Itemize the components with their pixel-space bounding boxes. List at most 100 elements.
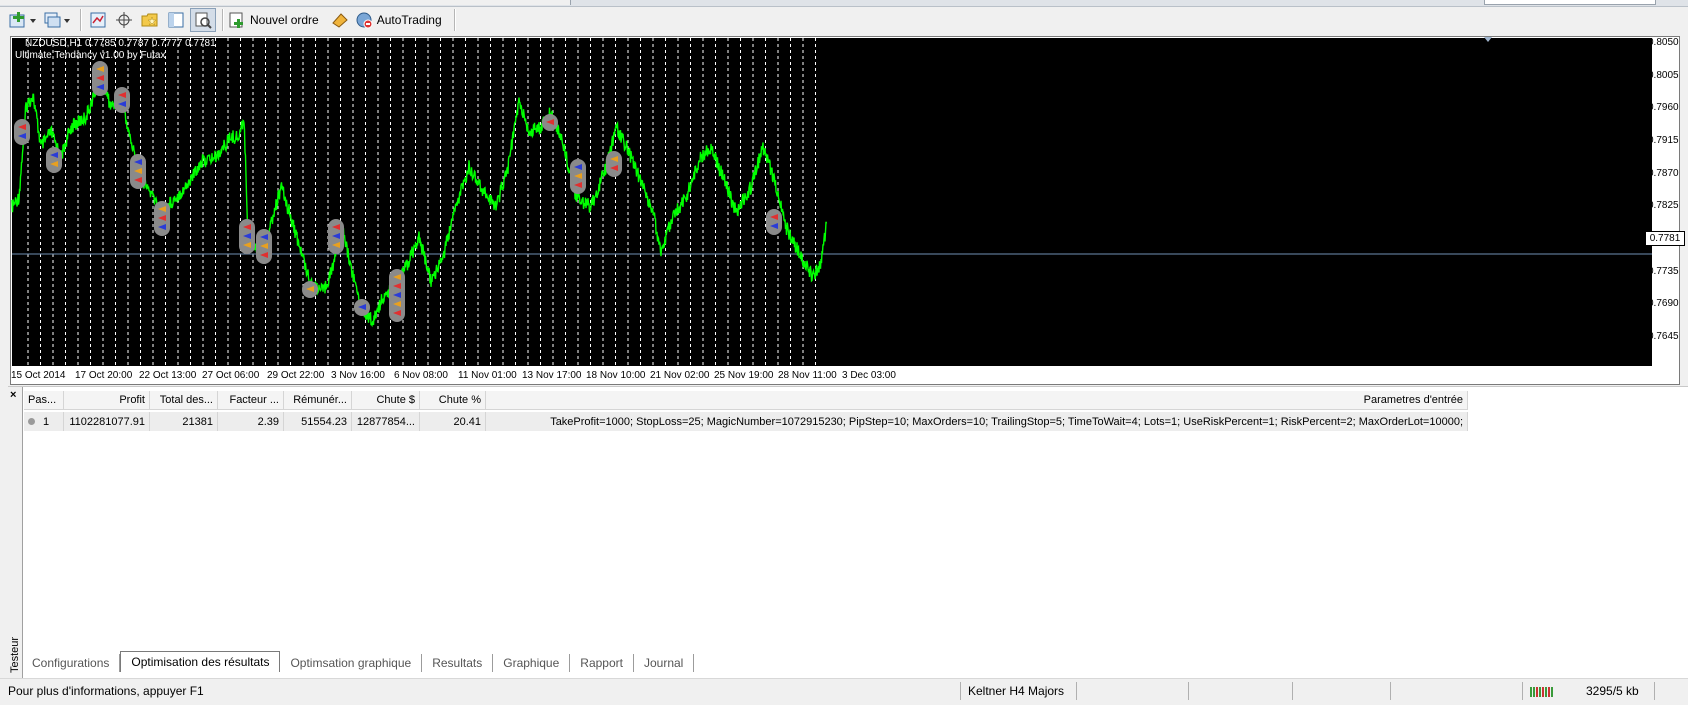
tab-results[interactable]: Resultats [422,654,494,672]
column-header-expected-payoff[interactable]: Rémunér... [284,391,352,409]
price-chart[interactable]: NZDUSD,H1 0.7785 0.7787 0.7777 0.7781 Ul… [10,36,1685,385]
navigator-button[interactable] [164,9,188,31]
new-order-button[interactable]: Nouvel ordre [228,9,325,31]
column-header-drawdown-percent[interactable]: Chute % [420,391,486,409]
tester-icon [195,12,212,29]
symbol-info: NZDUSD,H1 0.7785 0.7787 0.7777 0.7781 [25,38,216,49]
pass-cell: 1 [24,412,64,431]
status-help-text: Pour plus d'informations, appuyer F1 [8,684,204,698]
status-separator [1076,682,1077,700]
date-label: 22 Oct 13:00 [139,370,197,381]
price-label: 0.7735 [1648,266,1679,277]
date-label: 28 Nov 11:00 [778,370,837,381]
drawdown-percent-cell: 20.41 [420,412,486,431]
date-label: 18 Nov 10:00 [586,370,646,381]
search-box-edge[interactable] [1484,0,1656,5]
window-top-strip [0,0,1688,7]
date-label: 13 Nov 17:00 [522,370,582,381]
price-label: 0.7915 [1648,135,1679,146]
column-header-profit[interactable]: Profit [64,391,150,409]
title-area [0,0,571,5]
favorites-button[interactable] [138,9,162,31]
status-separator [1188,682,1189,700]
expected-payoff-cell: 51554.23 [284,412,352,431]
toolbar-separator [80,9,82,31]
tab-optimisation-graph[interactable]: Optimsation graphique [280,654,423,672]
toolbar-separator [222,9,224,31]
row-status-icon [28,418,35,425]
chart-canvas[interactable] [11,37,1679,384]
autotrading-label: AutoTrading [376,13,442,27]
column-header-input-params[interactable]: Parametres d'entrée [486,391,1468,409]
column-header-profit-factor[interactable]: Facteur ... [218,391,284,409]
close-icon[interactable]: × [10,389,16,401]
crosshair-button[interactable] [112,9,136,31]
date-label: 21 Nov 02:00 [650,370,710,381]
status-separator [1390,682,1391,700]
profiles-icon [44,12,70,28]
chart-plot-area [12,38,1652,366]
trade-marker-bg [606,151,622,177]
crosshair-icon [116,12,132,28]
market-watch-button[interactable] [86,9,110,31]
date-label: 17 Oct 20:00 [75,370,133,381]
table-row[interactable]: 1 1102281077.91 21381 2.39 51554.23 1287… [24,412,1468,431]
new-chart-button[interactable] [8,9,40,31]
tab-journal[interactable]: Journal [634,654,695,672]
status-separator [1654,682,1655,700]
column-header-total-trades[interactable]: Total des... [150,391,218,409]
status-bar: Pour plus d'informations, appuyer F1 Kel… [0,678,1688,705]
column-header-drawdown-money[interactable]: Chute $ [352,391,420,409]
drawdown-money-cell: 12877854... [352,412,420,431]
navigator-icon [168,12,184,28]
price-label: 0.7870 [1648,168,1679,179]
pass-value: 1 [43,415,50,428]
status-separator [1292,682,1293,700]
autotrading-button[interactable]: AutoTrading [355,9,448,31]
results-header: Pas... Profit Total des... Facteur ... R… [24,391,1468,410]
tab-report[interactable]: Rapport [570,654,634,672]
indicator-name: Ultimate Tendancy v1.00 by Futax [15,50,166,61]
date-label: 3 Dec 03:00 [842,370,896,381]
strategy-tester-panel: × Testeur Pas... Profit Total des... Fac… [8,386,1688,678]
date-label: 11 Nov 01:00 [458,370,517,381]
tab-configurations[interactable]: Configurations [16,654,121,672]
price-label: 0.7690 [1648,298,1679,309]
trade-marker-bg [46,147,62,173]
trade-marker-bg [766,209,782,235]
status-traffic: 3295/5 kb [1586,684,1639,698]
metaeditor-button[interactable] [327,9,353,31]
profit-factor-cell: 2.39 [218,412,284,431]
price-label: 0.7960 [1648,102,1679,113]
tab-graph[interactable]: Graphique [493,654,571,672]
status-profile: Keltner H4 Majors [968,684,1065,698]
new-chart-icon [9,12,36,28]
tester-tabs: Configurations Optimisation des résultat… [16,651,695,672]
price-label: 0.7645 [1648,331,1679,342]
date-label: 15 Oct 2014 [11,370,66,381]
zoom-chart-icon [90,12,106,28]
toolbar-separator [453,9,456,31]
strategy-tester-button[interactable] [190,8,216,32]
date-label: 29 Oct 22:00 [267,370,325,381]
date-label: 25 Nov 19:00 [714,370,774,381]
new-order-label: Nouvel ordre [250,13,319,27]
total-trades-cell: 21381 [150,412,218,431]
connection-bars-icon [1530,687,1553,697]
price-label: 0.8050 [1648,37,1679,48]
status-separator [1522,682,1523,700]
tester-side-bar: × Testeur [8,387,23,678]
date-label: 6 Nov 08:00 [394,370,448,381]
trade-marker-bg [14,119,30,145]
tab-optimisation-results[interactable]: Optimisation des résultats [120,651,281,672]
price-label: 0.8005 [1648,70,1679,81]
input-params-cell: TakeProfit=1000; StopLoss=25; MagicNumbe… [486,412,1468,431]
trade-marker-bg [114,87,130,113]
profiles-button[interactable] [42,9,74,31]
price-label: 0.7825 [1648,200,1679,211]
column-header-pass[interactable]: Pas... [24,391,64,409]
autotrading-icon [356,12,373,29]
current-price-label: 0.7781 [1645,231,1685,246]
date-label: 27 Oct 06:00 [202,370,260,381]
main-toolbar: Nouvel ordre AutoTrading [8,7,468,33]
